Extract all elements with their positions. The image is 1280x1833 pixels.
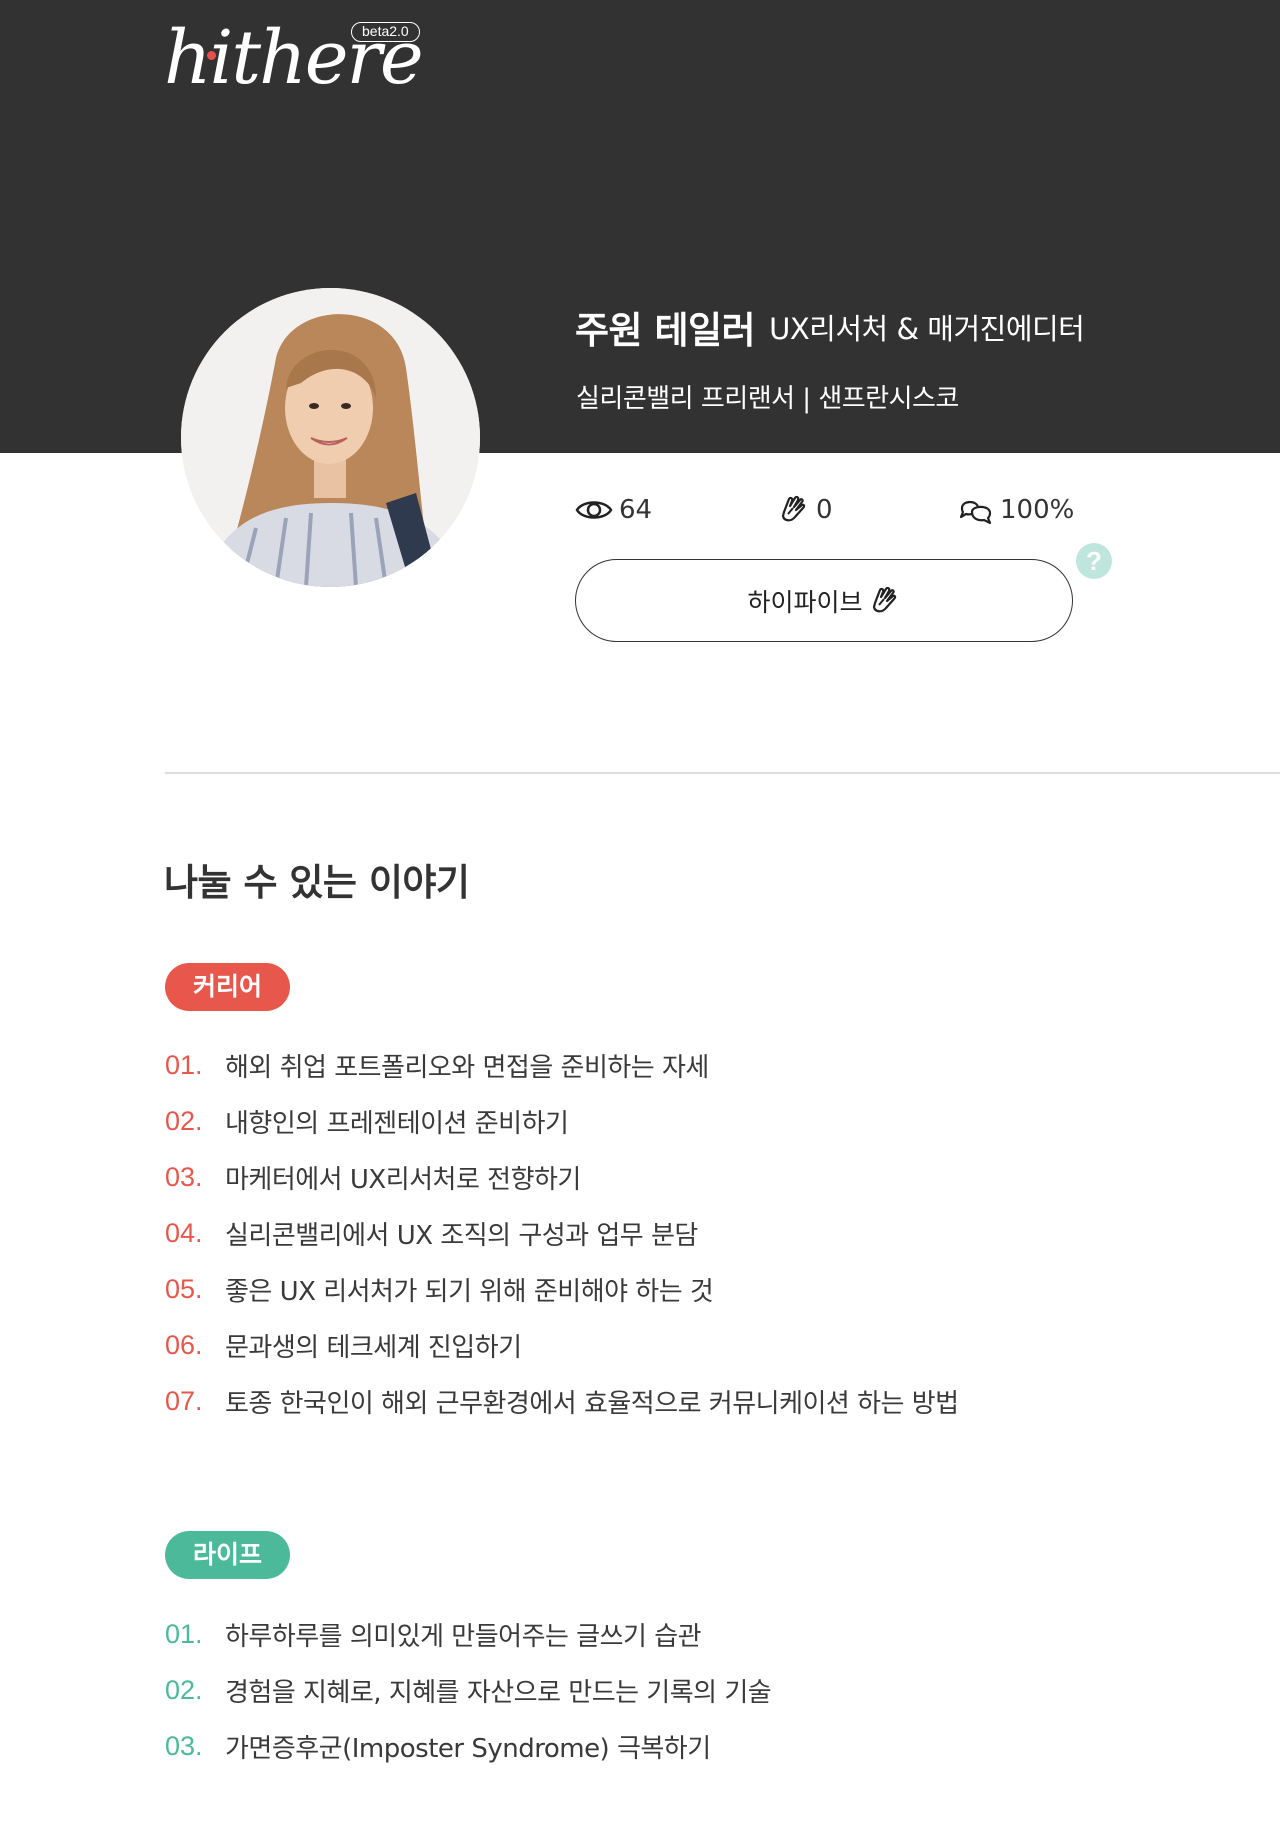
views-stat: 64 bbox=[575, 490, 652, 530]
item-text: 마케터에서 UX리서처로 전향하기 bbox=[225, 1164, 581, 1195]
avatar-portrait bbox=[181, 288, 480, 587]
item-text: 내향인의 프레젠테이션 준비하기 bbox=[225, 1108, 569, 1139]
item-number: 01. bbox=[165, 1618, 203, 1649]
life-topic-list: 01. 하루하루를 의미있게 만들어주는 글쓰기 습관 02. 경험을 지혜로, 지… bbox=[165, 1606, 772, 1774]
hifive-button-label: 하이파이브 bbox=[747, 587, 863, 617]
item-text: 문과생의 테크세계 진입하기 bbox=[225, 1332, 522, 1363]
profile-location: 실리콘밸리 프리랜서 | 샌프란시스코 bbox=[576, 384, 959, 414]
section-divider bbox=[165, 772, 1280, 774]
item-text: 경험을 지혜로, 지혜를 자산으로 만드는 기록의 기술 bbox=[225, 1677, 772, 1708]
profile-name-row: 주원 테일러 UX리서처 & 매거진에디터 bbox=[575, 300, 1085, 354]
hifives-stat: 0 bbox=[778, 490, 833, 530]
reply-rate-value: 100% bbox=[1000, 495, 1075, 525]
avatar bbox=[181, 288, 480, 587]
item-text: 좋은 UX 리서처가 되기 위해 준비해야 하는 것 bbox=[225, 1276, 714, 1307]
item-text: 가면증후군(Imposter Syndrome) 극복하기 bbox=[225, 1733, 711, 1764]
item-number: 03. bbox=[165, 1730, 203, 1761]
item-number: 05. bbox=[165, 1273, 203, 1304]
item-number: 01. bbox=[165, 1049, 203, 1080]
profile-name: 주원 테일러 bbox=[575, 309, 756, 352]
list-item: 01. 해외 취업 포트폴리오와 면접을 준비하는 자세 bbox=[165, 1037, 959, 1093]
item-number: 03. bbox=[165, 1161, 203, 1192]
item-text: 실리콘밸리에서 UX 조직의 구성과 업무 분담 bbox=[225, 1220, 698, 1251]
logo-dot bbox=[207, 51, 216, 60]
reply-rate-stat: 100% bbox=[958, 490, 1074, 530]
chat-bubbles-icon bbox=[959, 500, 992, 525]
list-item: 06. 문과생의 테크세계 진입하기 bbox=[165, 1317, 959, 1373]
item-number: 02. bbox=[165, 1105, 203, 1136]
clapping-hands-icon bbox=[872, 586, 896, 612]
item-number: 07. bbox=[165, 1385, 203, 1416]
list-item: 03. 마케터에서 UX리서처로 전향하기 bbox=[165, 1149, 959, 1205]
clapping-hands-icon bbox=[781, 495, 806, 522]
profile-role: UX리서처 & 매거진에디터 bbox=[769, 312, 1085, 346]
item-number: 02. bbox=[165, 1674, 203, 1705]
eye-icon bbox=[575, 501, 613, 519]
list-item: 03. 가면증후군(Imposter Syndrome) 극복하기 bbox=[165, 1718, 771, 1774]
item-number: 06. bbox=[165, 1329, 203, 1360]
question-mark-icon[interactable]: ? bbox=[1076, 543, 1112, 579]
career-topic-list: 01. 해외 취업 포트폴리오와 면접을 준비하는 자세 02. 내향인의 프레젠테… bbox=[165, 1037, 959, 1429]
item-number: 04. bbox=[165, 1217, 203, 1248]
list-item: 04. 실리콘밸리에서 UX 조직의 구성과 업무 분담 bbox=[165, 1205, 959, 1261]
category-tag-life: 라이프 bbox=[165, 1531, 290, 1579]
list-item: 02. 내향인의 프레젠테이션 준비하기 bbox=[165, 1093, 959, 1149]
item-text: 해외 취업 포트폴리오와 면접을 준비하는 자세 bbox=[225, 1052, 709, 1083]
item-text: 하루하루를 의미있게 만들어주는 글쓰기 습관 bbox=[225, 1621, 702, 1652]
list-item: 05. 좋은 UX 리서처가 되기 위해 준비해야 하는 것 bbox=[165, 1261, 959, 1317]
list-item: 01. 하루하루를 의미있게 만들어주는 글쓰기 습관 bbox=[165, 1606, 771, 1662]
views-count: 64 bbox=[619, 495, 653, 525]
beta-badge: beta2.0 bbox=[351, 22, 420, 42]
category-tag-career: 커리어 bbox=[165, 963, 290, 1011]
list-item: 07. 토종 한국인이 해외 근무환경에서 효율적으로 커뮤니케이션 하는 방법 bbox=[165, 1373, 959, 1429]
list-item: 02. 경험을 지혜로, 지혜를 자산으로 만드는 기록의 기술 bbox=[165, 1662, 772, 1718]
item-text: 토종 한국인이 해외 근무환경에서 효율적으로 커뮤니케이션 하는 방법 bbox=[225, 1388, 959, 1419]
section-title: 나눌 수 있는 이야기 bbox=[164, 861, 470, 904]
hithere-logo[interactable]: hithere beta2.0 bbox=[164, 18, 429, 98]
hifives-count: 0 bbox=[816, 495, 833, 525]
hifive-button[interactable]: 하이파이브 bbox=[575, 559, 1073, 642]
